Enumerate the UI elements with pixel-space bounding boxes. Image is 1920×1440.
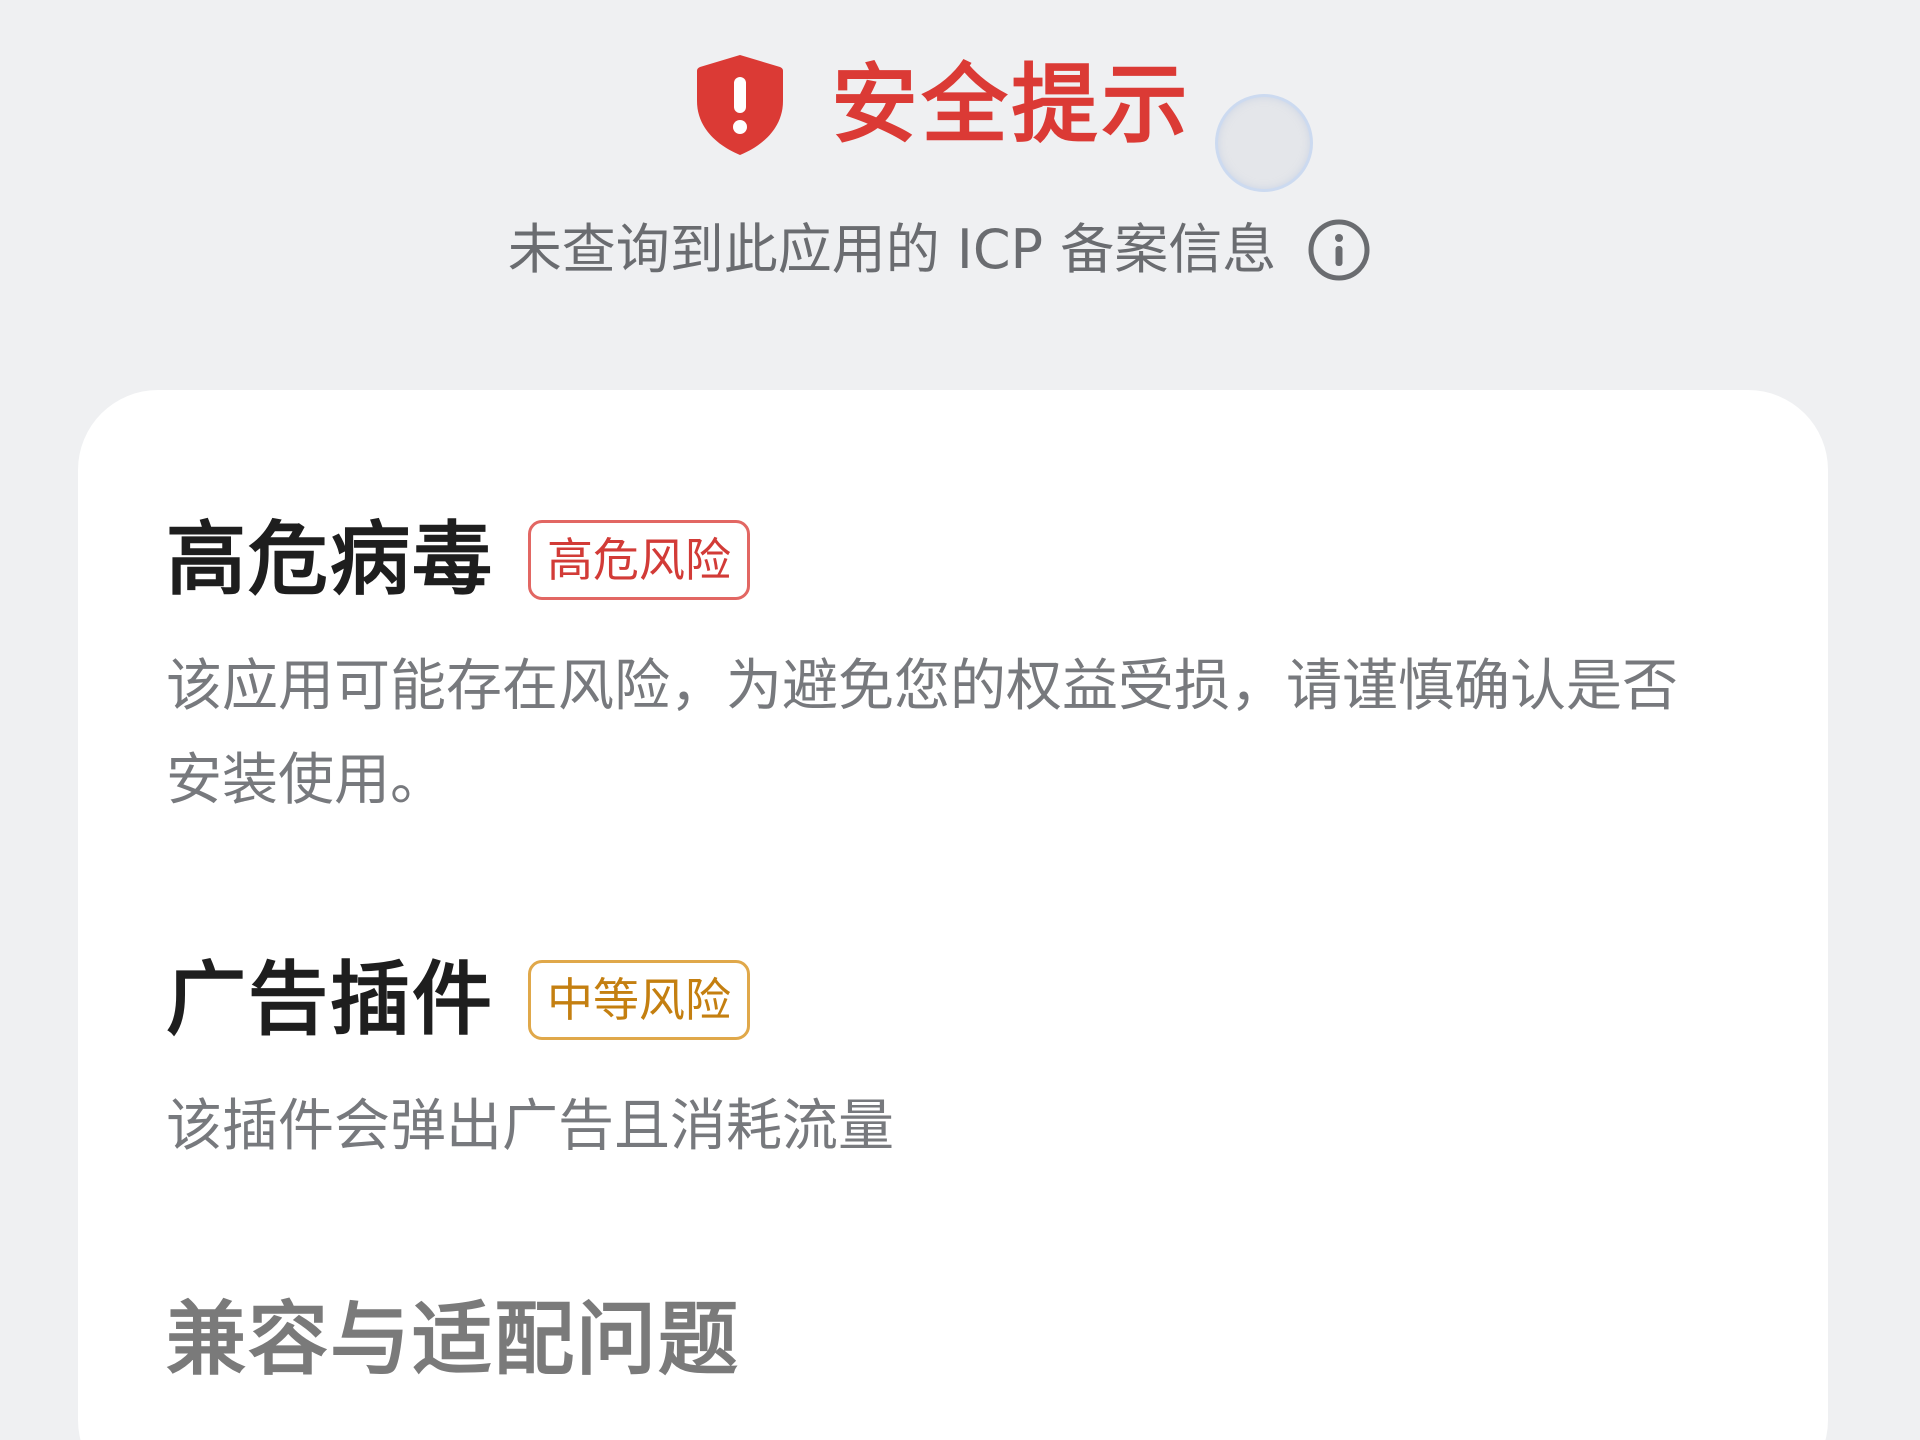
header-inner: 安全提示: [694, 53, 1192, 157]
risk-title: 兼容与适配问题: [166, 1293, 740, 1386]
page-title: 安全提示: [831, 55, 1192, 155]
risk-card: 高危病毒 高危风险 该应用可能存在风险，为避免您的权益受损，请谨慎确认是否安装使…: [78, 390, 1828, 1440]
icp-notice-inner: 未查询到此应用的 ICP 备案信息: [508, 217, 1373, 283]
icp-notice-text: 未查询到此应用的 ICP 备案信息: [507, 218, 1277, 281]
risk-title-row: 广告插件 中等风险: [166, 950, 1766, 1050]
risk-item-compatibility: 兼容与适配问题: [166, 1290, 1766, 1390]
risk-title: 高危病毒: [166, 513, 494, 606]
icp-notice[interactable]: 未查询到此应用的 ICP 备案信息: [0, 210, 1920, 290]
security-prompt-screen: 安全提示 未查询到此应用的 ICP 备案信息 高危病毒 高危风险 该应用可能存在…: [0, 0, 1920, 1440]
risk-title-row: 兼容与适配问题: [166, 1290, 1766, 1390]
info-icon[interactable]: [1306, 217, 1372, 283]
touch-indicator: [1218, 97, 1310, 189]
risk-title: 广告插件: [166, 953, 494, 1046]
risk-item-ad-plugin: 广告插件 中等风险 该插件会弹出广告且消耗流量: [166, 950, 1766, 1174]
risk-description: 该插件会弹出广告且消耗流量: [166, 1094, 894, 1159]
risk-badge-medium: 中等风险: [528, 960, 750, 1040]
header: 安全提示: [0, 40, 1920, 170]
risk-description: 该应用可能存在风险，为避免您的权益受损，请谨慎确认是否安装使用。: [166, 654, 1678, 813]
risk-badge-high: 高危风险: [528, 520, 750, 600]
shield-alert-icon: [696, 55, 783, 155]
risk-item-high-virus: 高危病毒 高危风险 该应用可能存在风险，为避免您的权益受损，请谨慎确认是否安装使…: [166, 510, 1766, 828]
risk-title-row: 高危病毒 高危风险: [166, 510, 1766, 610]
